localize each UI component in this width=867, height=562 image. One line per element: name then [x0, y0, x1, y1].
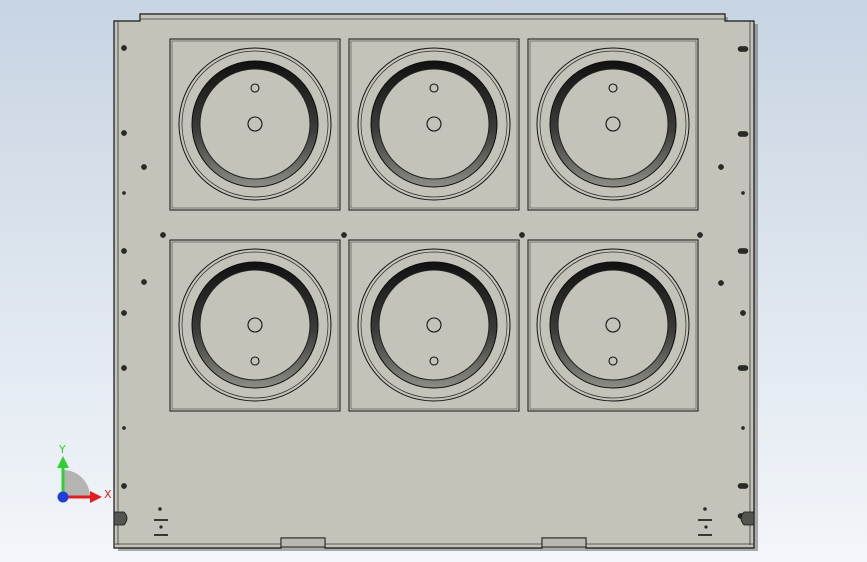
- mounting-hole: [121, 248, 127, 254]
- mounting-slot: [737, 46, 749, 52]
- mounting-hole: [122, 191, 126, 195]
- triad-y-label: Y: [58, 443, 66, 456]
- fan-center-hole: [247, 116, 263, 132]
- left-corner-notch: [113, 511, 128, 526]
- mounting-hole: [741, 426, 745, 430]
- fan-small-hole: [250, 356, 260, 366]
- fan-center-hole: [426, 317, 442, 333]
- mounting-slot: [737, 483, 749, 489]
- cad-graphics-viewport[interactable]: Y X: [0, 0, 867, 562]
- bottom-tab-right: [541, 537, 587, 548]
- mounting-hole: [141, 164, 147, 170]
- fan-small-hole: [608, 356, 618, 366]
- bottom-tab-left: [280, 537, 326, 548]
- fan-small-hole: [608, 83, 618, 93]
- mounting-hole: [121, 365, 127, 371]
- mounting-hole: [519, 232, 525, 238]
- mounting-hole: [121, 483, 127, 489]
- fan-bay[interactable]: [527, 239, 699, 412]
- left-marker-hole: [158, 507, 162, 511]
- triad-x-label: X: [104, 488, 112, 501]
- mounting-hole: [718, 164, 724, 170]
- mounting-slot: [737, 365, 749, 371]
- mounting-hole: [341, 232, 347, 238]
- mounting-hole: [141, 279, 147, 285]
- mounting-slot: [737, 131, 749, 137]
- mounting-hole: [122, 426, 126, 430]
- right-marker-hole: [703, 507, 707, 511]
- fan-bay[interactable]: [527, 38, 699, 211]
- fan-bay[interactable]: [169, 38, 341, 211]
- fan-center-hole: [247, 317, 263, 333]
- fan-center-hole: [426, 116, 442, 132]
- left-marker-dot: [159, 525, 163, 529]
- right-marker-dot: [704, 525, 708, 529]
- mounting-hole: [121, 310, 127, 316]
- fan-center-hole: [605, 116, 621, 132]
- mounting-hole: [740, 310, 746, 316]
- fan-small-hole: [429, 356, 439, 366]
- mounting-hole: [697, 232, 703, 238]
- mounting-hole: [160, 232, 166, 238]
- fan-bay[interactable]: [169, 239, 341, 412]
- triad-z-axis-dot: [57, 491, 69, 503]
- fan-small-hole: [429, 83, 439, 93]
- right-corner-notch: [740, 511, 755, 526]
- fan-bay[interactable]: [348, 239, 520, 412]
- fan-small-hole: [250, 83, 260, 93]
- mounting-hole: [741, 191, 745, 195]
- mounting-slot: [737, 248, 749, 254]
- mounting-hole: [121, 45, 127, 51]
- mounting-hole: [718, 280, 724, 286]
- fan-bay[interactable]: [348, 38, 520, 211]
- fan-center-hole: [605, 317, 621, 333]
- mounting-hole: [121, 130, 127, 136]
